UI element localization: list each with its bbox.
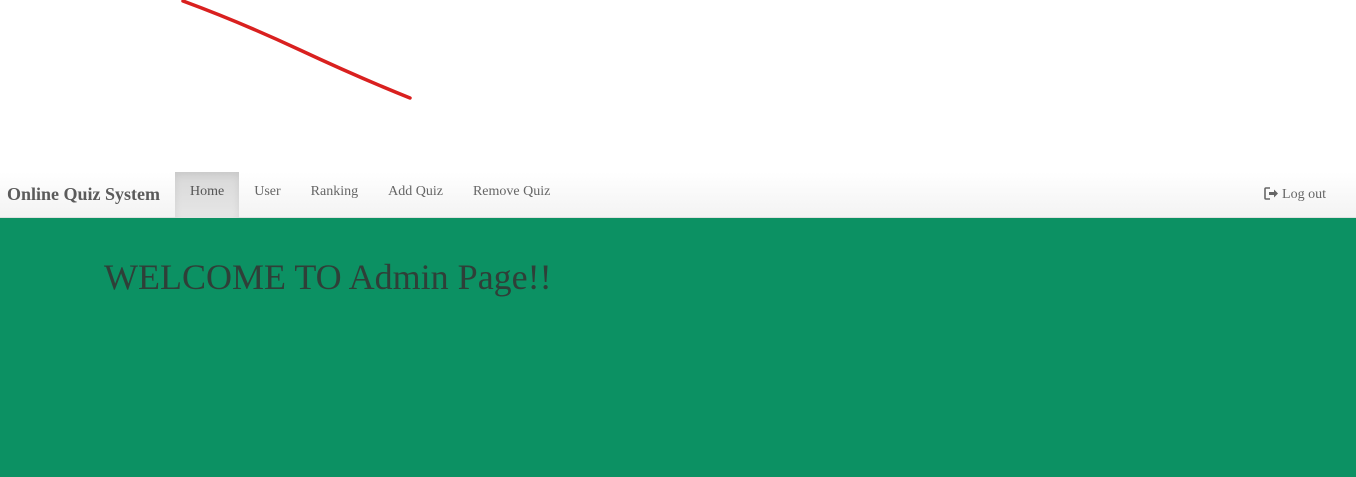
annotation-red-line bbox=[181, 0, 412, 100]
main-content: WELCOME TO Admin Page!! bbox=[0, 218, 1356, 477]
logout-label: Log out bbox=[1282, 187, 1326, 202]
nav-item-home[interactable]: Home bbox=[175, 172, 240, 218]
nav-menu: Home User Ranking Add Quiz Remove Quiz bbox=[175, 172, 565, 218]
nav-item-remove-quiz[interactable]: Remove Quiz bbox=[458, 172, 565, 218]
page-heading: WELCOME TO Admin Page!! bbox=[104, 257, 552, 297]
top-navbar: Online Quiz System Home User Ranking Add… bbox=[0, 172, 1356, 218]
logout-link[interactable]: Log out bbox=[1264, 172, 1326, 218]
nav-item-add-quiz[interactable]: Add Quiz bbox=[373, 172, 458, 218]
sign-out-icon bbox=[1264, 186, 1279, 200]
navbar-brand[interactable]: Online Quiz System bbox=[7, 172, 160, 218]
nav-item-ranking[interactable]: Ranking bbox=[296, 172, 373, 218]
nav-item-user[interactable]: User bbox=[239, 172, 295, 218]
blank-header-area bbox=[0, 0, 1356, 172]
